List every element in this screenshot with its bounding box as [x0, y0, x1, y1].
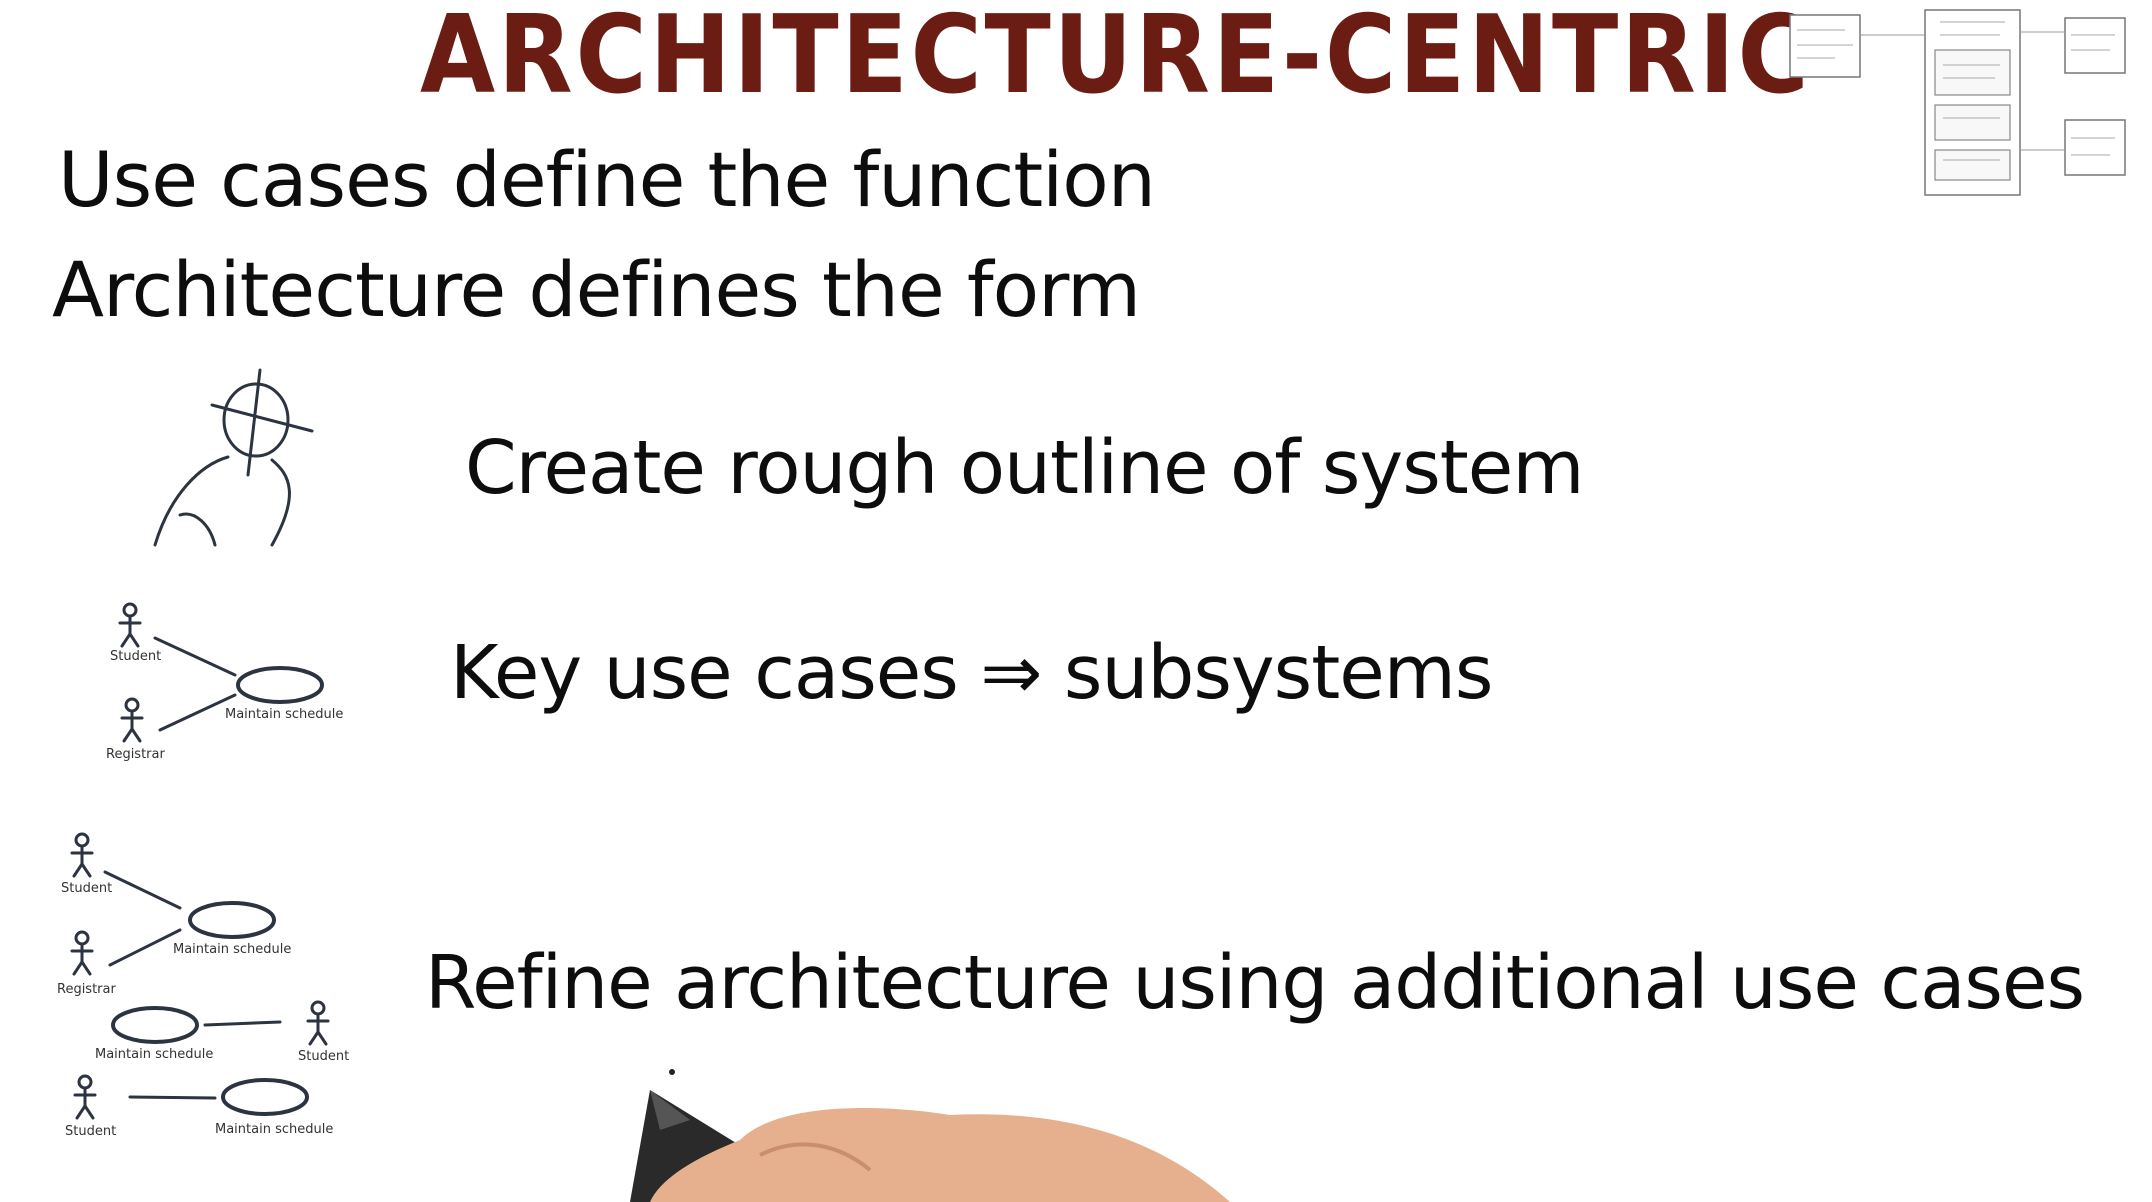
architecture-thumbnail	[1789, 9, 2126, 196]
use-case-diagram-key: Student Registrar Maintain schedule	[106, 602, 343, 762]
lecture-whiteboard: ARCHITECTURE-CENTRIC Use cases define th…	[0, 0, 2152, 1202]
refined-student-label-3: Student	[65, 1124, 116, 1139]
use-case-diagram-refined: Student Registrar Maintain schedule Main…	[57, 832, 349, 1139]
actor-registrar-label: Registrar	[106, 747, 165, 762]
step-refine-architecture: Refine architecture using additional use…	[425, 940, 2085, 1026]
refined-maintain-label-1: Maintain schedule	[173, 942, 291, 957]
step-key-use-cases: Key use cases ⇒ subsystems	[450, 630, 1493, 716]
person-sketch-icon	[153, 368, 314, 547]
use-case-maintain-label: Maintain schedule	[225, 707, 343, 722]
pen-icon	[630, 1069, 1230, 1202]
actor-student-label: Student	[110, 649, 161, 664]
refined-registrar-label: Registrar	[57, 982, 116, 997]
architecture-line: Architecture defines the form	[52, 245, 1141, 334]
slide-title: ARCHITECTURE-CENTRIC	[420, 0, 1812, 118]
use-cases-line: Use cases define the function	[58, 135, 1156, 224]
refined-maintain-label-3: Maintain schedule	[215, 1122, 333, 1137]
refined-student-label-2: Student	[298, 1049, 349, 1064]
refined-maintain-label-2: Maintain schedule	[95, 1047, 213, 1062]
refined-student-label-1: Student	[61, 881, 112, 896]
step-create-outline: Create rough outline of system	[465, 425, 1584, 511]
